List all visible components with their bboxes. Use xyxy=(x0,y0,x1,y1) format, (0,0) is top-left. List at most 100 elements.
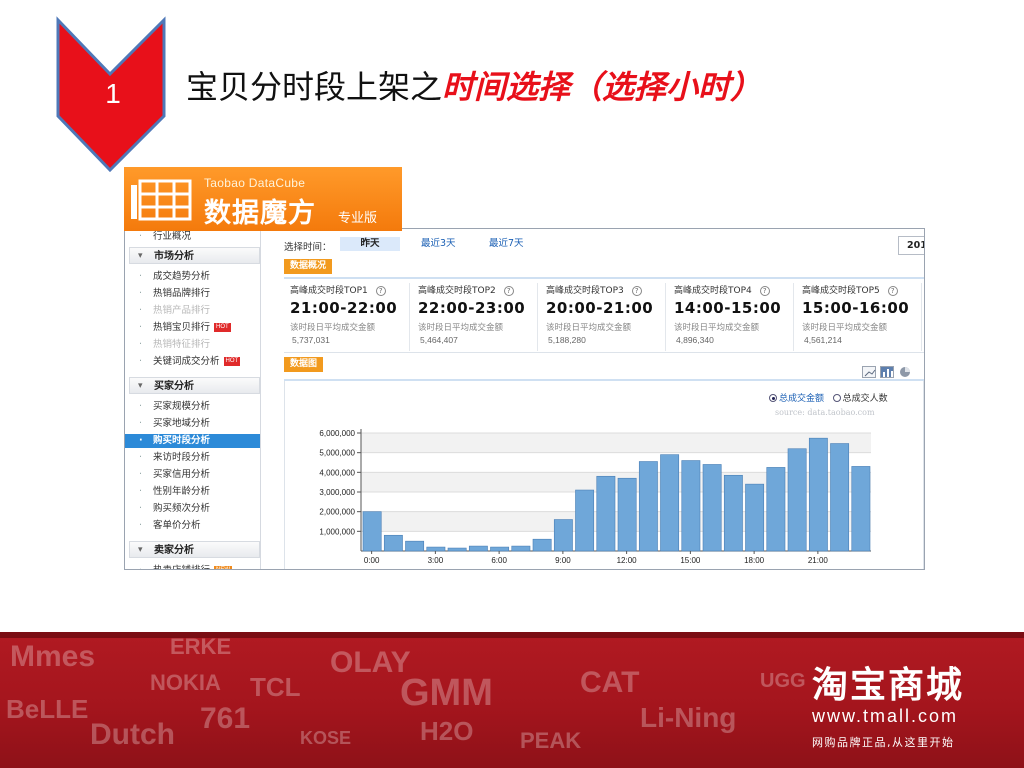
time-option-3days[interactable]: 最近3天 xyxy=(421,237,456,251)
sidebar-item[interactable]: 行业概况 xyxy=(125,230,260,244)
sidebar-item-label: 热销特征排行 xyxy=(153,339,211,350)
bar xyxy=(447,547,467,552)
top-period-label-text: 高峰成交时段TOP4 xyxy=(674,286,752,296)
top-period-sublabel: 该时段日平均成交金额 xyxy=(418,323,504,333)
bar xyxy=(490,546,510,552)
sidebar: 行业概况市场分析成交趋势分析热销品牌排行热销产品排行热销宝贝排行HOT 热销特征排… xyxy=(125,229,261,569)
top-period-card: 高峰成交时段TOP4? 14:00-15:00 该时段日平均成交金额 4,896,34… xyxy=(668,283,794,351)
sidebar-item[interactable]: 热销产品排行 xyxy=(125,304,260,318)
sidebar-item[interactable]: 购买频次分析 xyxy=(125,502,260,516)
x-tick-label: 0:00 xyxy=(364,556,380,565)
top-period-value: 4,561,214 xyxy=(804,335,842,345)
sidebar-item[interactable]: 买家规模分析 xyxy=(125,400,260,414)
x-tick-label: 6:00 xyxy=(491,556,507,565)
brand-watermark: Li-Ning xyxy=(640,702,737,733)
sidebar-item-label: 买家信用分析 xyxy=(153,469,211,480)
sidebar-item-label: 成交趋势分析 xyxy=(153,271,211,282)
sidebar-item[interactable]: 客单价分析 xyxy=(125,519,260,533)
time-select-bar: 选择时间： 昨天 最近3天 最近7天 xyxy=(284,237,924,253)
sidebar-item[interactable]: 热销宝贝排行HOT xyxy=(125,321,260,335)
bar xyxy=(638,461,658,552)
help-icon[interactable]: ? xyxy=(503,286,514,296)
sidebar-item[interactable]: 买家信用分析 xyxy=(125,468,260,482)
brand-watermark: OLAY xyxy=(330,646,411,679)
top-period-label: 高峰成交时段TOP5? xyxy=(802,283,921,296)
sidebar-item-label: 热销品牌排行 xyxy=(153,288,211,299)
bar xyxy=(808,437,828,552)
x-tick-label: 12:00 xyxy=(617,556,638,565)
x-tick-label: 9:00 xyxy=(555,556,571,565)
brand-watermark: Mmes xyxy=(10,640,96,673)
sidebar-item-label: 关键词成交分析 xyxy=(153,356,220,367)
sidebar-item-label: 购买频次分析 xyxy=(153,503,211,514)
bar xyxy=(596,475,616,552)
top-period-time: 22:00-23:00 xyxy=(418,299,526,317)
sidebar-item[interactable]: 热销特征排行 xyxy=(125,338,260,352)
top-period-label-text: 高峰成交时段TOP2 xyxy=(418,286,496,296)
top-period-time: 21:00-22:00 xyxy=(290,299,398,317)
top-period-label: 高峰成交时段TOP3? xyxy=(546,283,665,296)
title-main: 宝贝分时段上架之 xyxy=(186,68,443,106)
sidebar-item[interactable]: 热卖店铺排行 NEW xyxy=(125,564,260,569)
top-period-time: 20:00-21:00 xyxy=(546,299,654,317)
bar xyxy=(617,477,637,552)
sidebar-item-label: 热卖店铺排行 xyxy=(153,565,210,569)
chart-area: 总成交金额 总成交人数 source: data.taobao.com 1,00… xyxy=(284,381,924,569)
brand-watermark: Dutch xyxy=(90,718,175,751)
badge-hot: HOT xyxy=(214,323,231,332)
datacube-screenshot: 行业概况市场分析成交趋势分析热销品牌排行热销产品排行热销宝贝排行HOT 热销特征排… xyxy=(124,228,925,570)
sidebar-section-header[interactable]: 买家分析 xyxy=(129,377,260,395)
title-emphasis: 时间选择（选择小时） xyxy=(442,68,763,106)
badge-number: 1 xyxy=(105,78,121,109)
brand-watermark: H2O xyxy=(420,716,474,746)
sidebar-item[interactable]: 成交趋势分析 xyxy=(125,270,260,284)
bar xyxy=(851,466,871,552)
top-period-card: 高峰成交时段TOP3? 20:00-21:00 该时段日平均成交金额 5,188,28… xyxy=(540,283,666,351)
brand-watermark: PEAK xyxy=(520,728,582,753)
time-option-yesterday[interactable]: 昨天 xyxy=(340,237,400,251)
top-period-sublabel: 该时段日平均成交金额 xyxy=(290,323,376,333)
sidebar-item[interactable]: 买家地域分析 xyxy=(125,417,260,431)
sidebar-section-header-label: 市场分析 xyxy=(154,251,194,262)
bar xyxy=(468,545,488,552)
grid-logo-icon xyxy=(131,179,192,221)
line-chart-icon[interactable] xyxy=(862,366,876,378)
x-tick-label: 21:00 xyxy=(808,556,829,565)
sidebar-item[interactable]: 热销品牌排行 xyxy=(125,287,260,301)
help-icon[interactable]: ? xyxy=(887,286,898,296)
time-option-7days[interactable]: 最近7天 xyxy=(489,237,524,251)
sidebar-item[interactable]: 来访时段分析 xyxy=(125,451,260,465)
help-icon[interactable]: ? xyxy=(375,286,386,296)
brand-watermark: TCL xyxy=(250,672,301,702)
pie-chart-icon[interactable] xyxy=(898,366,912,378)
bar xyxy=(383,534,403,552)
date-range-value: 2010-11-27 至 2010-11-27 xyxy=(907,240,924,251)
time-select-label: 选择时间： xyxy=(284,242,332,253)
bar-chart-icon[interactable] xyxy=(880,366,894,378)
sidebar-item-label: 客单价分析 xyxy=(153,520,201,531)
x-tick-label: 3:00 xyxy=(428,556,444,565)
badge-new: NEW xyxy=(214,566,233,569)
date-range-select[interactable]: 2010-11-27 至 2010-11-27▼ xyxy=(898,236,924,255)
sidebar-section-header[interactable]: 市场分析 xyxy=(129,247,260,265)
bar xyxy=(405,540,425,552)
bar xyxy=(745,483,765,552)
logo-english: Taobao DataCube xyxy=(204,176,306,190)
sidebar-item[interactable]: 关键词成交分析HOT xyxy=(125,355,260,369)
logo-edition: 专业版 xyxy=(338,211,378,226)
top-period-value: 5,464,407 xyxy=(420,335,458,345)
help-icon[interactable]: ? xyxy=(631,286,642,296)
sidebar-section-header[interactable]: 卖家分析 xyxy=(129,541,260,559)
bar xyxy=(660,454,680,552)
x-tick-label: 15:00 xyxy=(680,556,701,565)
tmall-url: www.tmall.com xyxy=(812,706,959,726)
sidebar-section-header-label: 卖家分析 xyxy=(154,545,194,556)
sidebar-item-label: 购买时段分析 xyxy=(153,435,211,446)
top-period-sublabel: 该时段日平均成交金额 xyxy=(674,323,760,333)
top-period-label-text: 高峰成交时段TOP1 xyxy=(290,286,368,296)
help-icon[interactable]: ? xyxy=(759,286,770,296)
summary-box: 高峰成交时段TOP1? 21:00-22:00 该时段日平均成交金额 5,737,03… xyxy=(284,277,924,353)
sidebar-item[interactable]: 性别年龄分析 xyxy=(125,485,260,499)
sidebar-item[interactable]: 购买时段分析 xyxy=(125,434,260,448)
bar xyxy=(787,448,807,552)
